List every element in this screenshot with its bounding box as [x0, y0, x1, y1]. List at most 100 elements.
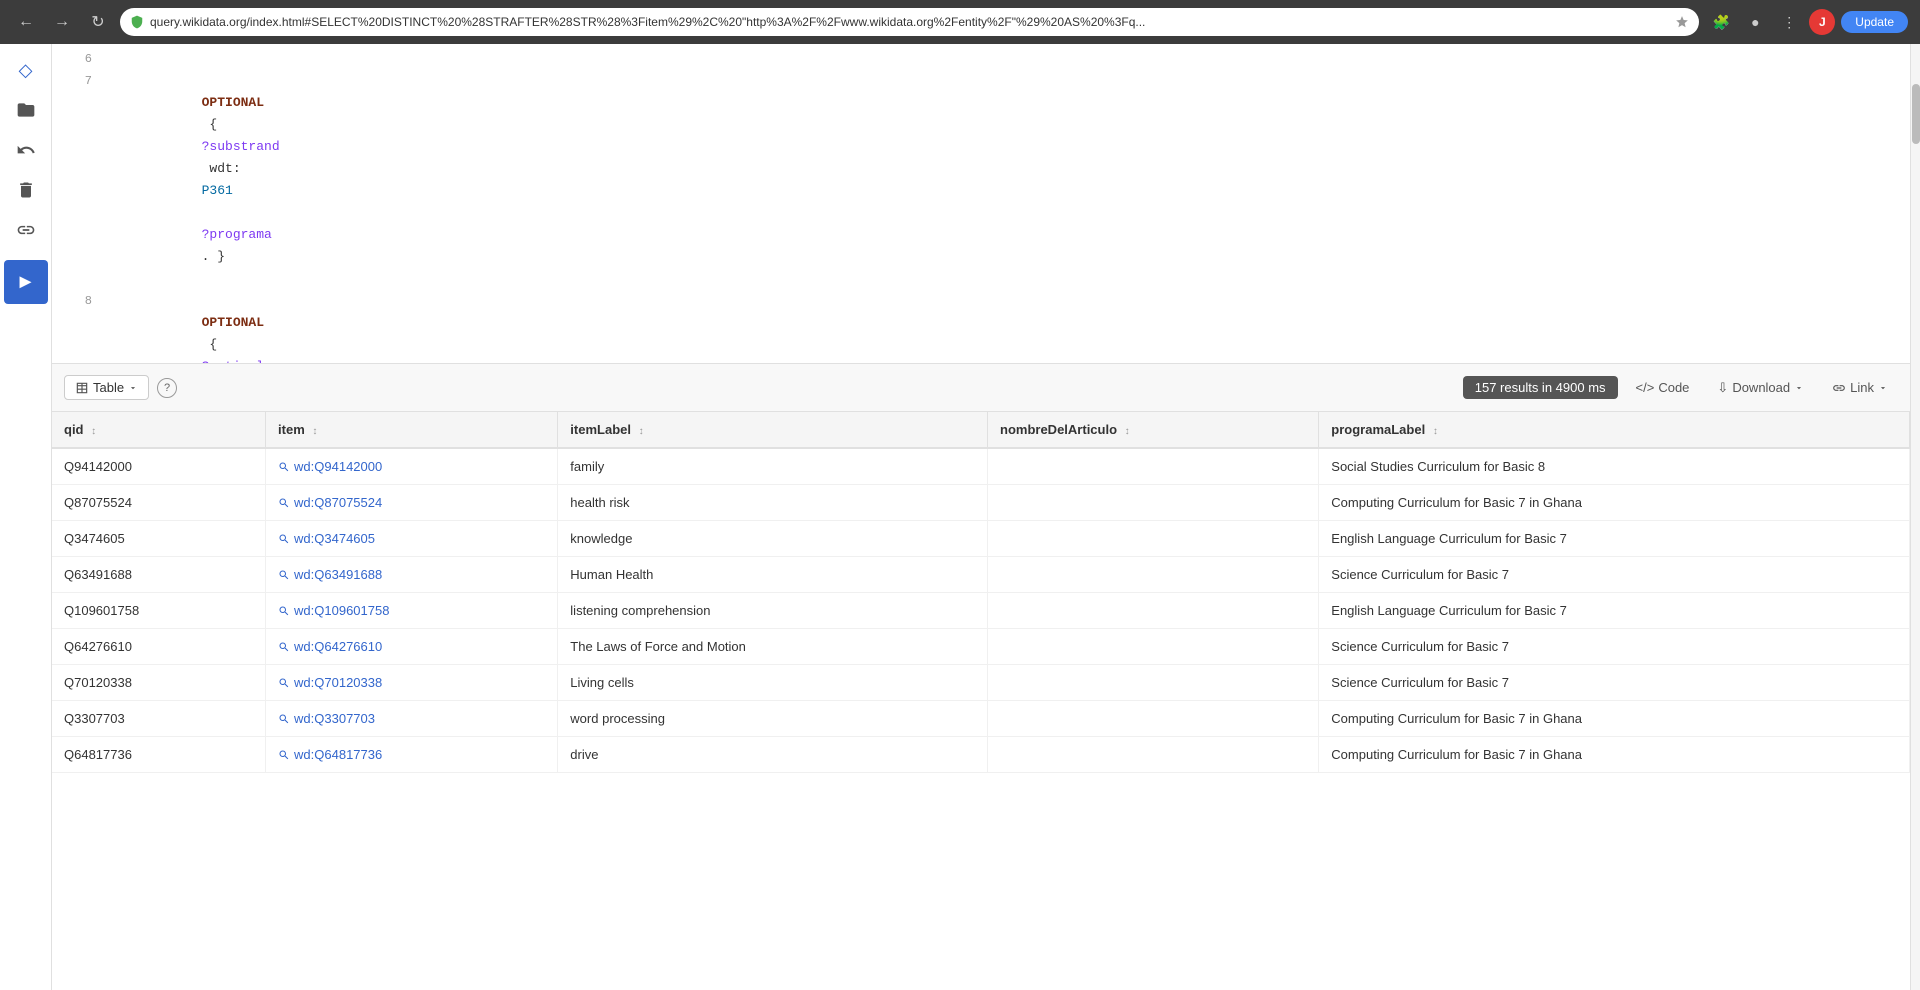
search-icon — [278, 605, 290, 617]
item-link[interactable]: wd:Q3474605 — [278, 531, 545, 546]
cell-qid: Q3474605 — [52, 521, 266, 557]
cell-qid: Q94142000 — [52, 448, 266, 485]
sidebar-icon-diamond[interactable]: ◇ — [8, 52, 44, 88]
item-link[interactable]: wd:Q94142000 — [278, 459, 545, 474]
item-link[interactable]: wd:Q87075524 — [278, 495, 545, 510]
table-row: Q94142000 wd:Q94142000 family Social Studie… — [52, 448, 1910, 485]
item-link[interactable]: wd:Q109601758 — [278, 603, 545, 618]
extensions-icon[interactable]: 🧩 — [1707, 8, 1735, 36]
cell-qid: Q3307703 — [52, 701, 266, 737]
cell-programa: Science Curriculum for Basic 7 — [1319, 665, 1910, 701]
sidebar-icon-trash[interactable] — [8, 172, 44, 208]
search-icon — [278, 533, 290, 545]
cell-programa: Computing Curriculum for Basic 7 in Ghan… — [1319, 485, 1910, 521]
refresh-button[interactable]: ↻ — [84, 8, 112, 36]
cell-nombre — [988, 737, 1319, 773]
sidebar: ◇ ► — [0, 44, 52, 990]
col-header-nombredelarticulo[interactable]: nombreDelArticulo ↕ — [988, 412, 1319, 448]
cell-itemlabel: The Laws of Force and Motion — [558, 629, 988, 665]
search-icon — [278, 749, 290, 761]
col-header-programalabel[interactable]: programaLabel ↕ — [1319, 412, 1910, 448]
table-row: Q64817736wd:Q64817736driveComputing Curr… — [52, 737, 1910, 773]
item-link[interactable]: wd:Q70120338 — [278, 675, 545, 690]
sort-icon-programa: ↕ — [1433, 426, 1438, 437]
cell-item: wd:Q3474605 — [266, 521, 558, 557]
link-dropdown-icon — [1878, 383, 1888, 393]
download-button[interactable]: ⇩ Download — [1707, 376, 1814, 400]
menu-icon[interactable]: ⋮ — [1775, 8, 1803, 36]
results-table-container[interactable]: qid ↕ item ↕ itemLabel ↕ nombreDelArti — [52, 412, 1910, 990]
cell-qid: Q109601758 — [52, 593, 266, 629]
secure-icon — [130, 15, 144, 29]
code-line-7: 7 OPTIONAL { ?substrand wdt: P361 ?progr… — [52, 70, 1910, 290]
browser-chrome: ← → ↻ query.wikidata.org/index.html#SELE… — [0, 0, 1920, 44]
avatar[interactable]: J — [1809, 9, 1835, 35]
cell-programa: English Language Curriculum for Basic 7 — [1319, 521, 1910, 557]
code-editor[interactable]: 6 7 OPTIONAL { ?substrand wdt: P361 ?pro… — [52, 44, 1910, 364]
cell-item: wd:Q63491688 — [266, 557, 558, 593]
forward-button[interactable]: → — [48, 8, 76, 36]
col-header-item[interactable]: item ↕ — [266, 412, 558, 448]
cell-itemlabel: drive — [558, 737, 988, 773]
cell-programa: Social Studies Curriculum for Basic 8 — [1319, 448, 1910, 485]
cell-nombre — [988, 557, 1319, 593]
item-link[interactable]: wd:Q3307703 — [278, 711, 545, 726]
cell-item: wd:Q64817736 — [266, 737, 558, 773]
code-line-6: 6 — [52, 48, 1910, 70]
cell-item: wd:Q64276610 — [266, 629, 558, 665]
profile-icon[interactable]: ● — [1741, 8, 1769, 36]
search-icon — [278, 569, 290, 581]
results-toolbar: Table ? 157 results in 4900 ms </> Code … — [52, 364, 1910, 412]
col-header-qid[interactable]: qid ↕ — [52, 412, 266, 448]
search-icon — [278, 641, 290, 653]
cell-item: wd:Q87075524 — [266, 485, 558, 521]
cell-programa: Computing Curriculum for Basic 7 in Ghan… — [1319, 701, 1910, 737]
cell-itemlabel: knowledge — [558, 521, 988, 557]
code-button[interactable]: </> Code — [1626, 376, 1700, 399]
vertical-scrollbar[interactable] — [1910, 44, 1920, 990]
scrollbar-thumb[interactable] — [1912, 84, 1920, 144]
dropdown-arrow-icon — [128, 383, 138, 393]
cell-itemlabel: word processing — [558, 701, 988, 737]
star-icon[interactable] — [1675, 15, 1689, 29]
cell-programa: Computing Curriculum for Basic 7 in Ghan… — [1319, 737, 1910, 773]
sort-icon-nombre: ↕ — [1125, 426, 1130, 437]
table-row: Q3307703 wd:Q3307703 word processing Comput… — [52, 701, 1910, 737]
table-header: qid ↕ item ↕ itemLabel ↕ nombreDelArti — [52, 412, 1910, 448]
search-icon — [278, 461, 290, 473]
col-header-itemlabel[interactable]: itemLabel ↕ — [558, 412, 988, 448]
code-lines: 6 7 OPTIONAL { ?substrand wdt: P361 ?pro… — [52, 44, 1910, 364]
run-query-button[interactable]: ► — [4, 260, 48, 304]
cell-qid: Q63491688 — [52, 557, 266, 593]
table-icon — [75, 381, 89, 395]
cell-nombre — [988, 665, 1319, 701]
cell-nombre — [988, 521, 1319, 557]
item-link[interactable]: wd:Q64817736 — [278, 747, 545, 762]
table-row: Q64276610wd:Q64276610The Laws of Force a… — [52, 629, 1910, 665]
cell-nombre — [988, 701, 1319, 737]
sidebar-icon-folder[interactable] — [8, 92, 44, 128]
address-bar[interactable]: query.wikidata.org/index.html#SELECT%20D… — [120, 8, 1699, 36]
link-button[interactable]: Link — [1822, 376, 1898, 399]
cell-nombre — [988, 593, 1319, 629]
cell-item: wd:Q94142000 — [266, 448, 558, 485]
search-icon — [278, 497, 290, 509]
cell-nombre — [988, 448, 1319, 485]
table-body: Q94142000 wd:Q94142000 family Social Studie… — [52, 448, 1910, 773]
item-link[interactable]: wd:Q63491688 — [278, 567, 545, 582]
cell-qid: Q87075524 — [52, 485, 266, 521]
update-button[interactable]: Update — [1841, 11, 1908, 33]
help-icon[interactable]: ? — [157, 378, 177, 398]
sidebar-icon-undo[interactable] — [8, 132, 44, 168]
back-button[interactable]: ← — [12, 8, 40, 36]
cell-itemlabel: family — [558, 448, 988, 485]
download-dropdown-icon — [1794, 383, 1804, 393]
item-link[interactable]: wd:Q64276610 — [278, 639, 545, 654]
cell-itemlabel: health risk — [558, 485, 988, 521]
table-view-button[interactable]: Table — [64, 375, 149, 400]
search-icon — [278, 677, 290, 689]
code-line-8: 8 OPTIONAL { ?articulo schema:about ?ite… — [52, 290, 1910, 364]
sort-icon-qid: ↕ — [91, 426, 96, 437]
sidebar-icon-link[interactable] — [8, 212, 44, 248]
cell-programa: Science Curriculum for Basic 7 — [1319, 557, 1910, 593]
